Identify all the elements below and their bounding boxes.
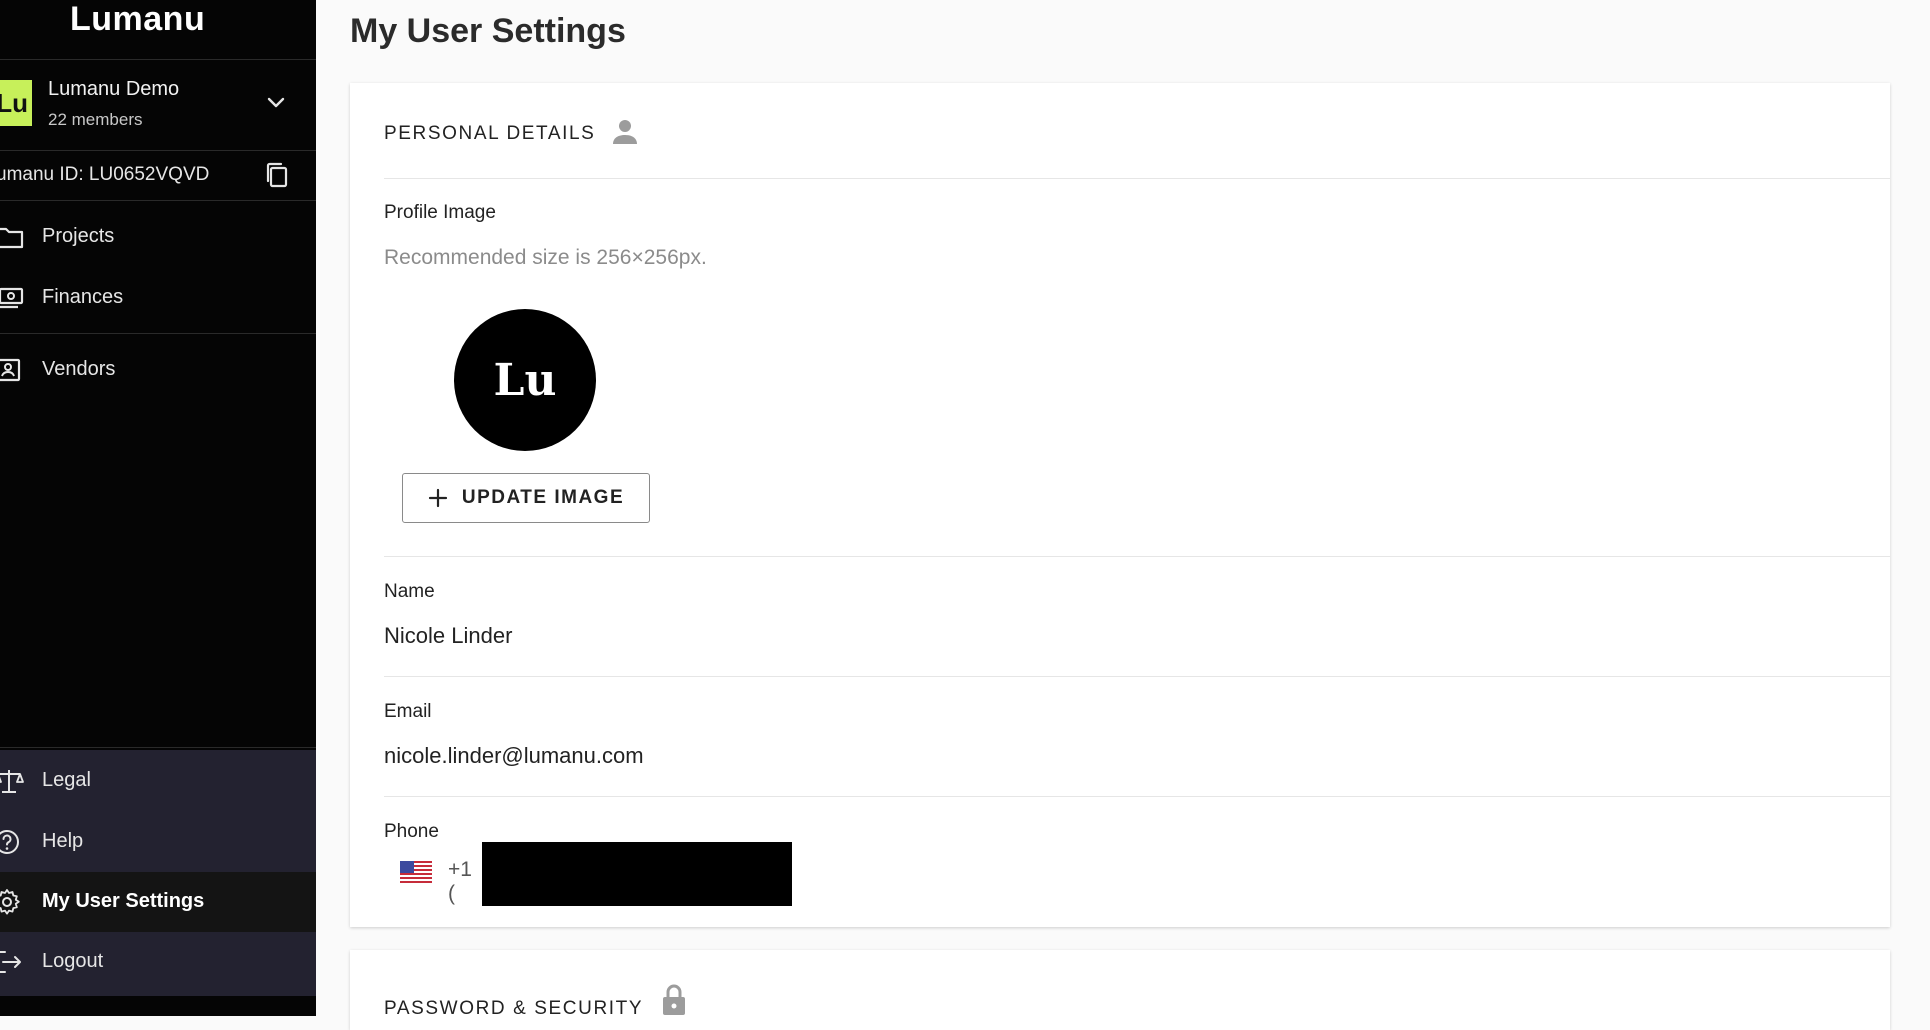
phone-dial-code: +1 ( (448, 858, 472, 905)
person-icon (613, 120, 637, 144)
sidebar-item-legal[interactable]: Legal (0, 753, 316, 809)
us-flag-icon[interactable] (400, 861, 432, 883)
section-title: PASSWORD & SECURITY (384, 998, 644, 1019)
org-members-count: 22 members (48, 110, 143, 129)
sidebar: Lumanu Lu Lumanu Demo 22 members umanu I… (0, 0, 316, 1016)
name-label: Name (384, 581, 435, 602)
profile-image-hint: Recommended size is 256×256px. (384, 246, 707, 269)
chevron-down-icon[interactable] (264, 90, 288, 114)
help-icon (0, 830, 19, 854)
update-image-label: UPDATE IMAGE (461, 487, 625, 508)
sidebar-item-label: Logout (42, 950, 104, 972)
org-switcher[interactable]: Lu Lumanu Demo 22 members (0, 60, 316, 150)
sidebar-item-label: Vendors (42, 358, 116, 380)
money-icon (0, 287, 24, 309)
org-avatar: Lu (0, 80, 32, 126)
logout-icon (0, 951, 21, 973)
plus-icon (428, 488, 447, 508)
divider (0, 333, 316, 334)
vendors-icon (0, 358, 21, 382)
profile-image-label: Profile Image (384, 202, 496, 223)
section-title: PERSONAL DETAILS (384, 123, 596, 144)
divider (384, 178, 1890, 179)
sidebar-item-label: Finances (42, 286, 124, 308)
email-label: Email (384, 701, 432, 722)
divider (384, 796, 1890, 797)
personal-details-card: PERSONAL DETAILS Profile Image Recommend… (350, 83, 1890, 927)
sidebar-item-projects[interactable]: Projects (0, 209, 316, 265)
lumanu-id-row: umanu ID: LU0652VQVD (0, 150, 316, 200)
lumanu-id: umanu ID: LU0652VQVD (0, 164, 210, 185)
redacted-phone-number (482, 842, 792, 906)
scale-icon (0, 770, 24, 793)
name-value[interactable]: Nicole Linder (384, 623, 512, 649)
app-logo[interactable]: Lumanu (70, 0, 205, 39)
update-image-button[interactable]: UPDATE IMAGE (402, 473, 650, 523)
divider (0, 747, 316, 748)
divider (384, 556, 1890, 557)
email-value[interactable]: nicole.linder@lumanu.com (384, 743, 644, 769)
sidebar-item-label: Legal (42, 769, 91, 791)
divider (384, 676, 1890, 677)
avatar: Lu (454, 309, 596, 451)
divider (0, 200, 316, 201)
folder-icon (0, 227, 24, 249)
sidebar-item-logout[interactable]: Logout (0, 934, 316, 990)
lock-icon (663, 984, 685, 1015)
sidebar-item-finances[interactable]: Finances (0, 270, 316, 326)
gear-icon (0, 889, 20, 915)
sidebar-item-help[interactable]: Help (0, 814, 316, 870)
copy-icon[interactable] (264, 161, 290, 189)
phone-label: Phone (384, 821, 439, 842)
page-title: My User Settings (350, 12, 626, 50)
sidebar-item-label: Help (42, 830, 84, 852)
sidebar-item-label: My User Settings (42, 890, 205, 912)
sidebar-item-vendors[interactable]: Vendors (0, 342, 316, 398)
password-security-card: PASSWORD & SECURITY (350, 950, 1890, 1030)
org-name: Lumanu Demo (48, 78, 180, 100)
sidebar-item-my-user-settings[interactable]: My User Settings (0, 872, 316, 932)
sidebar-item-label: Projects (42, 225, 115, 247)
